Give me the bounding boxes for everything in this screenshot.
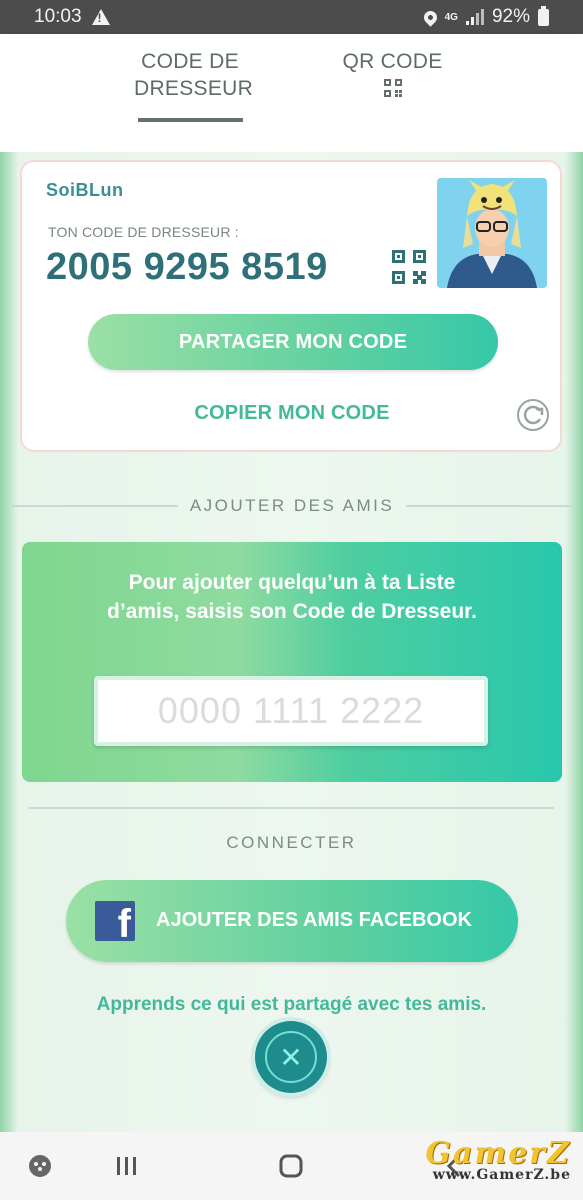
- watermark-title: GamerZ: [425, 1136, 571, 1171]
- friend-code-input[interactable]: [94, 676, 488, 746]
- active-tab-indicator: [138, 118, 243, 122]
- divider-line: [406, 505, 572, 507]
- trainer-code: 2005 9295 8519: [46, 246, 328, 288]
- share-code-button[interactable]: PARTAGER MON CODE: [88, 314, 498, 370]
- copy-code-link[interactable]: COPIER MON CODE: [142, 402, 442, 425]
- facebook-button-label: AJOUTER DES AMIS FACEBOOK: [156, 909, 472, 931]
- main-content: SoiBLun TON CODE DE DRESSEUR : 2005 9295…: [0, 152, 583, 1132]
- home-icon[interactable]: [276, 1152, 306, 1180]
- location-icon: [420, 7, 440, 27]
- add-friend-panel: Pour ajouter quelqu’un à ta Liste d’amis…: [22, 542, 562, 782]
- game-tools-icon[interactable]: [26, 1152, 56, 1180]
- trainer-card: SoiBLun TON CODE DE DRESSEUR : 2005 9295…: [20, 160, 562, 452]
- tab-qr-code[interactable]: QR CODE: [335, 48, 450, 97]
- warning-icon: [91, 9, 110, 25]
- tab-label: QR CODE: [342, 50, 443, 73]
- trainer-code-label: TON CODE DE DRESSEUR :: [48, 224, 239, 240]
- clock: 10:03: [34, 6, 82, 27]
- learn-shared-info-link[interactable]: Apprends ce qui est partagé avec tes ami…: [0, 994, 583, 1016]
- tab-trainer-code[interactable]: CODE DE DRESSEUR: [134, 48, 253, 102]
- close-icon: ✕: [265, 1031, 317, 1083]
- close-button[interactable]: ✕: [255, 1021, 327, 1093]
- facebook-icon: f: [95, 901, 135, 941]
- recent-apps-icon[interactable]: [112, 1152, 142, 1180]
- trainer-name: SoiBLun: [46, 180, 124, 200]
- watermark-url: www.GamerZ.be: [432, 1167, 571, 1183]
- watermark: GamerZ www.GamerZ.be: [381, 1136, 571, 1183]
- signal-icon: [465, 9, 484, 25]
- network-type: 4G: [444, 11, 458, 23]
- section-title: AJOUTER DES AMIS: [189, 496, 395, 515]
- qr-code-icon: [383, 79, 402, 97]
- add-friend-instructions: Pour ajouter quelqu’un à ta Liste d’amis…: [107, 571, 477, 623]
- qr-code-icon[interactable]: [392, 250, 426, 284]
- battery-icon: [538, 5, 549, 26]
- tab-header: CODE DE DRESSEUR QR CODE: [0, 34, 583, 152]
- connect-section-title: CONNECTER: [226, 833, 357, 852]
- status-right: 4G 92%: [420, 5, 549, 28]
- divider-line: [12, 505, 178, 507]
- status-left: 10:03: [34, 6, 110, 28]
- avatar: [437, 178, 547, 288]
- add-facebook-friends-button[interactable]: f AJOUTER DES AMIS FACEBOOK: [66, 880, 518, 962]
- status-bar: 10:03 4G 92%: [0, 0, 583, 34]
- tab-label: CODE DE DRESSEUR: [134, 50, 254, 100]
- refresh-icon[interactable]: [516, 398, 550, 432]
- battery-percent: 92%: [491, 6, 530, 27]
- divider-line: [28, 807, 554, 809]
- add-friends-divider: AJOUTER DES AMIS: [12, 494, 572, 518]
